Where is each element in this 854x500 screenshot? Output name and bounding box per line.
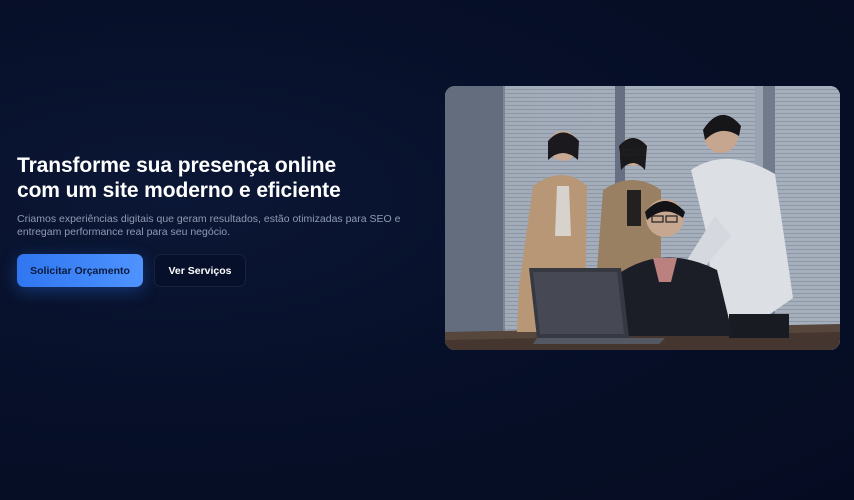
team-meeting-photo (445, 86, 840, 350)
hero-subtitle-line-2: entregam performance real para seu negóc… (17, 226, 231, 238)
hero-subtitle: Criamos experiências digitais que geram … (17, 213, 417, 239)
hero-title-line-1: Transforme sua presença online (17, 154, 337, 177)
hero-actions: Solicitar Orçamento Ver Serviços (17, 254, 417, 287)
request-quote-button[interactable]: Solicitar Orçamento (17, 254, 143, 287)
hero-content: Transforme sua presença online com um si… (17, 153, 417, 287)
team-meeting-illustration (445, 86, 840, 350)
hero-title-line-2: com um site moderno e eficiente (17, 179, 341, 202)
hero-subtitle-line-1: Criamos experiências digitais que geram … (17, 213, 401, 225)
hero-section: Transforme sua presença online com um si… (0, 0, 854, 500)
hero-title: Transforme sua presença online com um si… (17, 153, 417, 203)
view-services-button[interactable]: Ver Serviços (154, 254, 246, 287)
